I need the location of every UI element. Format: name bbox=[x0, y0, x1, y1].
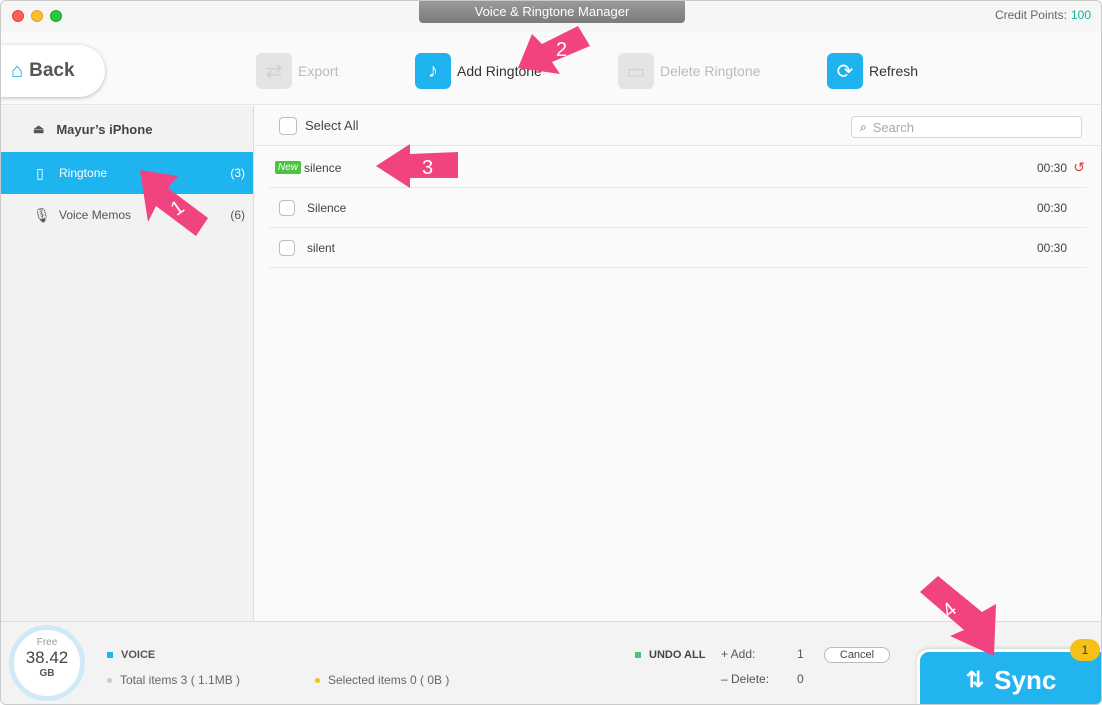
refresh-label: Refresh bbox=[869, 63, 919, 79]
minimize-window-button[interactable] bbox=[31, 10, 43, 22]
add-ringtone-icon: ♪ bbox=[415, 53, 451, 89]
add-count-label: + Add: bbox=[721, 647, 756, 661]
delete-ringtone-label: Delete Ringtone bbox=[660, 63, 761, 79]
delete-ringtone-icon: ▭ bbox=[618, 53, 654, 89]
storage-value: 38.42 bbox=[25, 648, 69, 667]
storage-unit: GB bbox=[39, 668, 55, 679]
sidebar-item-count: (6) bbox=[230, 208, 245, 222]
undo-all-button[interactable]: UNDO ALL bbox=[635, 649, 705, 661]
row-checkbox[interactable] bbox=[279, 199, 295, 216]
export-button[interactable]: ⇄ Export bbox=[256, 53, 338, 89]
select-all-checkbox[interactable] bbox=[279, 116, 297, 135]
delete-count-label: – Delete: bbox=[721, 672, 770, 686]
credit-points-value: 100 bbox=[1070, 8, 1091, 22]
delete-count: – Delete: 0 bbox=[721, 672, 804, 686]
zoom-window-button[interactable] bbox=[50, 10, 62, 22]
device-name: Mayur’s iPhone bbox=[56, 121, 153, 137]
undo-all-label: UNDO ALL bbox=[649, 649, 706, 661]
ringtone-duration: 00:30 bbox=[1036, 160, 1067, 175]
add-ringtone-label: Add Ringtone bbox=[457, 63, 542, 79]
list-item[interactable]: silent 00:30 bbox=[269, 228, 1087, 268]
list-item[interactable]: Silence 00:30 bbox=[269, 188, 1087, 228]
eject-icon: ⏏ bbox=[33, 122, 45, 136]
back-button-label: Back bbox=[29, 60, 75, 81]
ringtone-list-panel: Select All ⌕ Search New silence 00:30 ↺ … bbox=[255, 106, 1101, 621]
status-bar: Free 38.42 GB VOICE Total items 3 ( 1.1M… bbox=[1, 621, 1101, 704]
add-count: + Add: 1 bbox=[721, 647, 804, 661]
selected-dot-icon bbox=[315, 677, 320, 683]
sync-icon: ⇅ bbox=[965, 667, 985, 692]
sidebar-item-label: Ringtone bbox=[59, 166, 108, 180]
cancel-button[interactable]: Cancel bbox=[824, 647, 890, 663]
selected-items: Selected items 0 ( 0B ) bbox=[315, 673, 449, 687]
ringtone-name: silent bbox=[307, 240, 336, 255]
search-input[interactable]: ⌕ Search bbox=[851, 116, 1082, 138]
ringtone-name: Silence bbox=[307, 200, 347, 215]
sidebar-item-voice-memos[interactable]: 🎙 Voice Memos (6) bbox=[1, 194, 253, 236]
back-button[interactable]: ⌂ Back bbox=[1, 45, 105, 97]
title-bar: Voice & Ringtone Manager Credit Points: 1… bbox=[1, 1, 1101, 31]
storage-gauge: Free 38.42 GB bbox=[9, 625, 85, 701]
toolbar: ⌂ Back ⇄ Export ♪ Add Ringtone ▭ Delete … bbox=[1, 31, 1101, 105]
voice-label-text: VOICE bbox=[121, 649, 156, 661]
microphone-icon: 🎙 bbox=[33, 206, 51, 223]
credit-points: Credit Points: 100 bbox=[995, 8, 1091, 22]
sidebar: ⏏ Mayur’s iPhone ▯ Ringtone (3) 🎙 Voice … bbox=[1, 106, 254, 621]
home-icon: ⌂ bbox=[11, 59, 24, 82]
add-ringtone-button[interactable]: ♪ Add Ringtone bbox=[415, 53, 542, 89]
credit-points-label: Credit Points: bbox=[994, 8, 1067, 22]
ringtone-duration: 00:30 bbox=[1036, 240, 1067, 255]
export-icon: ⇄ bbox=[256, 53, 292, 89]
new-badge: New bbox=[275, 161, 302, 174]
app-window: Voice & Ringtone Manager Credit Points: 1… bbox=[0, 0, 1102, 705]
window-title: Voice & Ringtone Manager bbox=[419, 1, 685, 23]
search-icon: ⌕ bbox=[860, 119, 867, 134]
sidebar-item-ringtone[interactable]: ▯ Ringtone (3) bbox=[1, 152, 253, 194]
delete-ringtone-button[interactable]: ▭ Delete Ringtone bbox=[618, 53, 760, 89]
sidebar-item-label: Voice Memos bbox=[59, 208, 132, 222]
delete-count-value: 0 bbox=[797, 672, 804, 686]
undo-icon[interactable]: ↺ bbox=[1073, 159, 1085, 176]
total-dot-icon bbox=[107, 677, 112, 683]
refresh-icon: ⟳ bbox=[827, 53, 863, 89]
select-all-label: Select All bbox=[305, 118, 359, 133]
selected-items-text: Selected items 0 ( 0B ) bbox=[328, 673, 450, 687]
export-label: Export bbox=[298, 63, 339, 79]
voice-square-icon bbox=[107, 652, 113, 658]
ringtone-name: silence bbox=[304, 160, 342, 175]
list-item[interactable]: New silence 00:30 ↺ bbox=[269, 148, 1087, 188]
voice-label: VOICE bbox=[107, 649, 155, 661]
row-checkbox[interactable] bbox=[279, 239, 295, 256]
ringtone-rows: New silence 00:30 ↺ Silence 00:30 silent… bbox=[269, 148, 1087, 268]
phone-icon: ▯ bbox=[36, 164, 44, 181]
storage-free-label: Free bbox=[36, 637, 58, 648]
ringtone-duration: 00:30 bbox=[1036, 200, 1067, 215]
refresh-button[interactable]: ⟳ Refresh bbox=[827, 53, 918, 89]
search-placeholder: Search bbox=[872, 119, 914, 135]
close-window-button[interactable] bbox=[12, 10, 24, 22]
device-header[interactable]: ⏏ Mayur’s iPhone bbox=[1, 106, 253, 152]
sync-count-badge: 1 bbox=[1070, 639, 1100, 661]
sidebar-item-count: (3) bbox=[230, 166, 245, 180]
total-items: Total items 3 ( 1.1MB ) bbox=[107, 673, 240, 687]
total-items-text: Total items 3 ( 1.1MB ) bbox=[120, 673, 241, 687]
add-count-value: 1 bbox=[797, 647, 804, 661]
sync-label: Sync bbox=[994, 664, 1057, 695]
undo-all-square-icon bbox=[635, 652, 641, 658]
